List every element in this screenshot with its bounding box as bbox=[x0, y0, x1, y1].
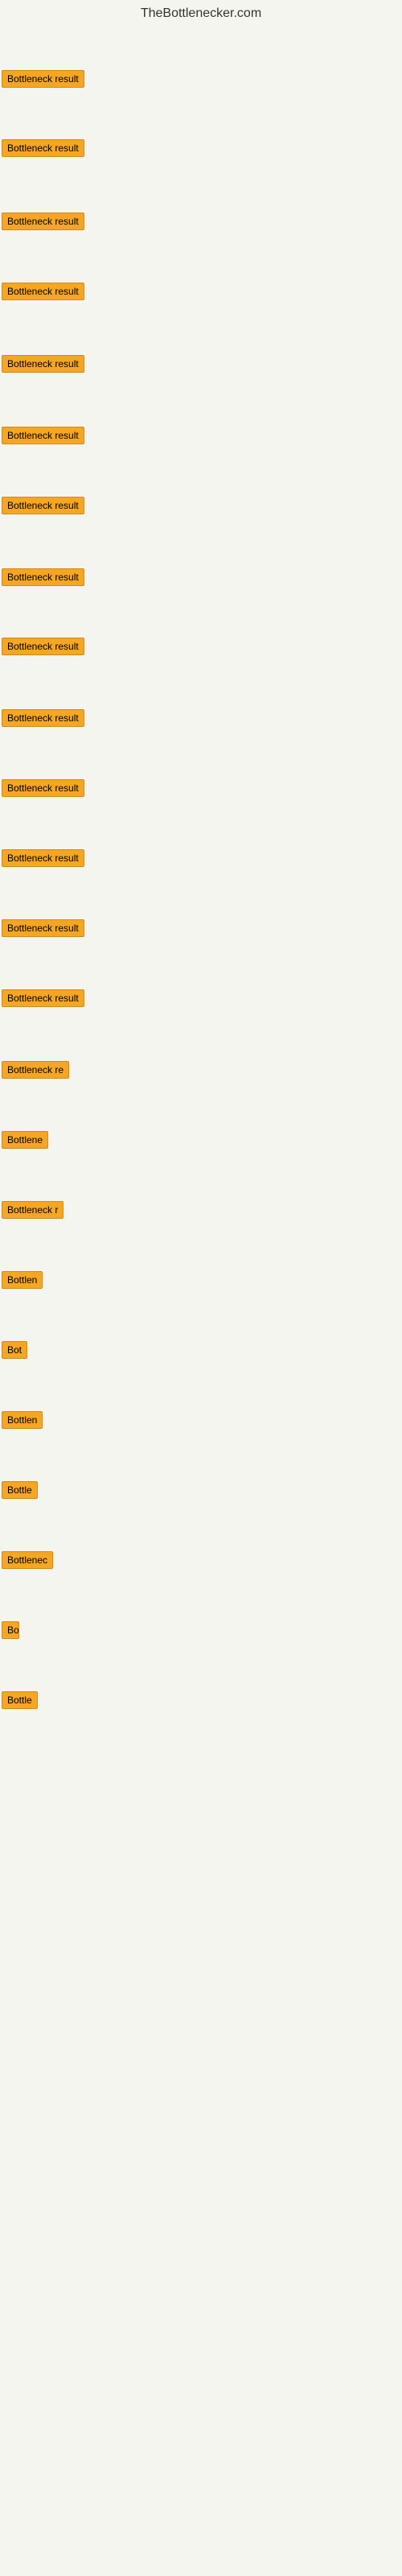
bottleneck-badge-8[interactable]: Bottleneck result bbox=[2, 568, 84, 586]
bottleneck-badge-row-8: Bottleneck result bbox=[2, 568, 84, 590]
bottleneck-badge-20[interactable]: Bottlen bbox=[2, 1411, 43, 1429]
bottleneck-badge-row-24: Bottle bbox=[2, 1691, 38, 1713]
bottleneck-badge-row-20: Bottlen bbox=[2, 1411, 43, 1433]
bottleneck-badge-row-15: Bottleneck re bbox=[2, 1061, 69, 1083]
bottleneck-badge-row-9: Bottleneck result bbox=[2, 638, 84, 659]
bottleneck-badge-row-14: Bottleneck result bbox=[2, 989, 84, 1011]
bottleneck-badge-row-16: Bottlene bbox=[2, 1131, 48, 1153]
bottleneck-badge-10[interactable]: Bottleneck result bbox=[2, 709, 84, 727]
bottleneck-badge-4[interactable]: Bottleneck result bbox=[2, 283, 84, 300]
bottleneck-badge-row-11: Bottleneck result bbox=[2, 779, 84, 801]
bottleneck-badge-12[interactable]: Bottleneck result bbox=[2, 849, 84, 867]
bottleneck-badge-16[interactable]: Bottlene bbox=[2, 1131, 48, 1149]
bottleneck-badge-row-10: Bottleneck result bbox=[2, 709, 84, 731]
bottleneck-badge-14[interactable]: Bottleneck result bbox=[2, 989, 84, 1007]
bottleneck-badge-row-23: Bo bbox=[2, 1621, 19, 1643]
bottleneck-badge-row-1: Bottleneck result bbox=[2, 70, 84, 92]
bottleneck-badge-19[interactable]: Bot bbox=[2, 1341, 27, 1359]
bottleneck-badge-row-6: Bottleneck result bbox=[2, 427, 84, 448]
bottleneck-badge-row-17: Bottleneck r bbox=[2, 1201, 64, 1223]
bottleneck-badge-row-7: Bottleneck result bbox=[2, 497, 84, 518]
bottleneck-badge-21[interactable]: Bottle bbox=[2, 1481, 38, 1499]
bottleneck-badge-row-5: Bottleneck result bbox=[2, 355, 84, 377]
bottleneck-badge-row-4: Bottleneck result bbox=[2, 283, 84, 304]
bottleneck-badge-row-2: Bottleneck result bbox=[2, 139, 84, 161]
bottleneck-badge-9[interactable]: Bottleneck result bbox=[2, 638, 84, 655]
bottleneck-badge-17[interactable]: Bottleneck r bbox=[2, 1201, 64, 1219]
bottleneck-badge-1[interactable]: Bottleneck result bbox=[2, 70, 84, 88]
bottleneck-badge-row-21: Bottle bbox=[2, 1481, 38, 1503]
bottleneck-badge-3[interactable]: Bottleneck result bbox=[2, 213, 84, 230]
bottleneck-badge-row-12: Bottleneck result bbox=[2, 849, 84, 871]
bottleneck-badge-row-3: Bottleneck result bbox=[2, 213, 84, 234]
bottleneck-badge-18[interactable]: Bottlen bbox=[2, 1271, 43, 1289]
bottleneck-badge-row-13: Bottleneck result bbox=[2, 919, 84, 941]
bottleneck-badge-row-18: Bottlen bbox=[2, 1271, 43, 1293]
site-title: TheBottlenecker.com bbox=[0, 0, 402, 24]
bottleneck-badge-row-19: Bot bbox=[2, 1341, 27, 1363]
bottleneck-badge-15[interactable]: Bottleneck re bbox=[2, 1061, 69, 1079]
bottleneck-badge-row-22: Bottlenec bbox=[2, 1551, 53, 1573]
bottleneck-badge-5[interactable]: Bottleneck result bbox=[2, 355, 84, 373]
bottleneck-badge-23[interactable]: Bo bbox=[2, 1621, 19, 1639]
bottleneck-badge-13[interactable]: Bottleneck result bbox=[2, 919, 84, 937]
bottleneck-badge-24[interactable]: Bottle bbox=[2, 1691, 38, 1709]
bottleneck-badge-2[interactable]: Bottleneck result bbox=[2, 139, 84, 157]
bottleneck-badge-7[interactable]: Bottleneck result bbox=[2, 497, 84, 514]
bottleneck-badge-22[interactable]: Bottlenec bbox=[2, 1551, 53, 1569]
bottleneck-badge-11[interactable]: Bottleneck result bbox=[2, 779, 84, 797]
bottleneck-badge-6[interactable]: Bottleneck result bbox=[2, 427, 84, 444]
